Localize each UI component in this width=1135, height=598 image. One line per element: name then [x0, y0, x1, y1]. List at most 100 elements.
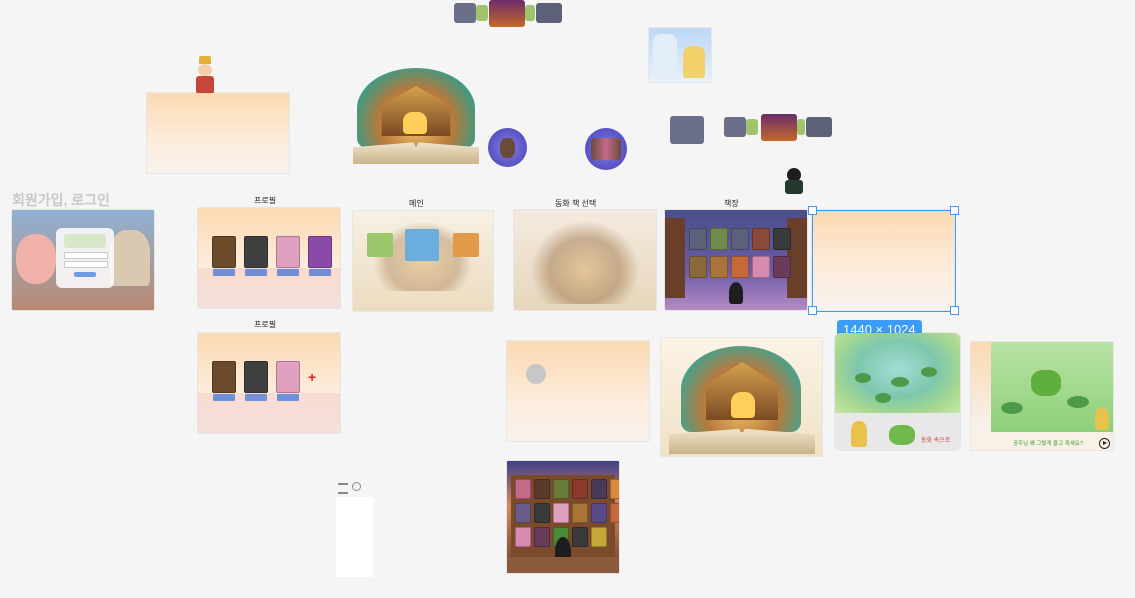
story-house-frame[interactable]	[661, 338, 822, 456]
book-card[interactable]	[610, 479, 619, 499]
main-frame[interactable]	[353, 211, 493, 311]
story-thumb-3[interactable]	[453, 233, 479, 257]
signup-login-frame[interactable]	[12, 210, 154, 310]
resize-handle-bottom-left[interactable]	[808, 306, 817, 315]
profile-card-sister[interactable]	[276, 361, 300, 401]
enter-story-button[interactable]: 동화 속으로	[921, 435, 950, 444]
rabbit-sticker	[806, 117, 832, 137]
frame-label-bookshelf: 책장	[724, 199, 739, 208]
book-card[interactable]	[773, 256, 791, 278]
add-profile-button[interactable]: +	[308, 369, 316, 385]
profile-frame[interactable]	[198, 208, 340, 308]
book-card[interactable]	[515, 503, 531, 523]
rabbit-sticker-single[interactable]	[670, 116, 704, 144]
profile-card-mom[interactable]	[212, 236, 236, 276]
lily-pad	[921, 367, 937, 377]
lily-pad	[1067, 396, 1089, 408]
gradient-background-frame[interactable]	[147, 93, 289, 173]
bookshelf-frame[interactable]	[665, 210, 807, 310]
book-card[interactable]	[610, 503, 619, 523]
frame-label-profile-2: 프로필	[254, 320, 277, 329]
book-card[interactable]	[689, 256, 707, 278]
frame-label-profile: 프로필	[254, 196, 277, 205]
book-card[interactable]	[591, 479, 607, 499]
book-card[interactable]	[534, 503, 550, 523]
princess-figure	[1095, 408, 1109, 430]
book-card[interactable]	[591, 527, 607, 547]
profile-card-mom[interactable]	[212, 361, 236, 401]
profile-card-dad[interactable]	[244, 236, 268, 276]
owl-king-sticker	[489, 0, 525, 27]
profile-card-dad[interactable]	[244, 361, 268, 401]
pig-character	[16, 234, 56, 284]
king-and-princess-image[interactable]	[649, 28, 711, 82]
login-button[interactable]	[74, 272, 96, 277]
leaf-sticker	[476, 5, 488, 21]
rabbit-sticker	[536, 3, 562, 23]
profile-card-sister[interactable]	[276, 236, 300, 276]
book-card[interactable]	[515, 527, 531, 547]
book-card[interactable]	[731, 228, 749, 250]
book-card[interactable]	[773, 228, 791, 250]
white-panel[interactable]	[336, 497, 373, 577]
layers-icon[interactable]	[338, 483, 348, 494]
loading-frame[interactable]	[507, 341, 649, 441]
book-card[interactable]	[752, 228, 770, 250]
left-shelf	[665, 218, 685, 298]
top-character-strip[interactable]	[454, 0, 562, 27]
book-card[interactable]	[731, 256, 749, 278]
princess-figure	[851, 421, 867, 447]
storybook-house-image[interactable]	[353, 68, 479, 164]
login-card[interactable]	[56, 228, 114, 288]
play-icon[interactable]	[1099, 438, 1110, 449]
book-card[interactable]	[710, 228, 728, 250]
owl-king-sticker	[761, 114, 797, 141]
book-card[interactable]	[553, 479, 569, 499]
book-card[interactable]	[534, 479, 550, 499]
leaf-sticker	[797, 119, 805, 135]
crown-icon	[199, 56, 211, 64]
profile-card-row	[212, 236, 332, 276]
book-card[interactable]	[710, 256, 728, 278]
frog-prince-figure	[889, 425, 915, 445]
book-card[interactable]	[534, 527, 550, 547]
family-avatar-circle[interactable]	[585, 128, 627, 170]
leaf-sticker	[746, 119, 758, 135]
lily-pad	[875, 393, 891, 403]
circle-tool-icon[interactable]	[352, 482, 361, 491]
owl-avatar-circle[interactable]	[488, 128, 527, 167]
profile-card-me[interactable]	[308, 236, 332, 276]
rabbit-sticker	[724, 117, 746, 137]
book-card[interactable]	[752, 256, 770, 278]
signup-login-title: 회원가입, 로그인	[12, 192, 110, 208]
frog-dialog-frame[interactable]: 공주님 왜 그렇게 울고 계세요?	[971, 342, 1113, 450]
selection-outline[interactable]	[812, 210, 956, 312]
book-card[interactable]	[572, 527, 588, 547]
king-character-sticker[interactable]	[194, 56, 216, 96]
leaf-sticker	[525, 5, 535, 21]
lily-pad	[855, 373, 871, 383]
book-card[interactable]	[553, 503, 569, 523]
resize-handle-top-left[interactable]	[808, 206, 817, 215]
id-field[interactable]	[64, 252, 108, 259]
book-card[interactable]	[591, 503, 607, 523]
hooded-kid-sticker[interactable]	[784, 168, 804, 194]
book-card[interactable]	[689, 228, 707, 250]
book-card[interactable]	[572, 479, 588, 499]
book-select-frame[interactable]	[514, 210, 656, 310]
frog-figure	[1031, 370, 1061, 396]
bookshelf-grid-frame[interactable]	[507, 461, 619, 573]
lily-pad	[891, 377, 909, 387]
resize-handle-bottom-right[interactable]	[950, 306, 959, 315]
book-card[interactable]	[515, 479, 531, 499]
story-thumb-1[interactable]	[367, 233, 393, 257]
lily-pad	[1001, 402, 1023, 414]
pond-frame[interactable]: 동화 속으로	[835, 333, 960, 450]
password-field[interactable]	[64, 261, 108, 268]
resize-handle-top-right[interactable]	[950, 206, 959, 215]
right-character-strip[interactable]	[724, 114, 832, 141]
profile-frame-2[interactable]: +	[198, 333, 340, 433]
frame-label-book-select: 동화 책 선택	[555, 199, 597, 208]
book-card[interactable]	[572, 503, 588, 523]
story-thumb-2[interactable]	[405, 229, 439, 261]
